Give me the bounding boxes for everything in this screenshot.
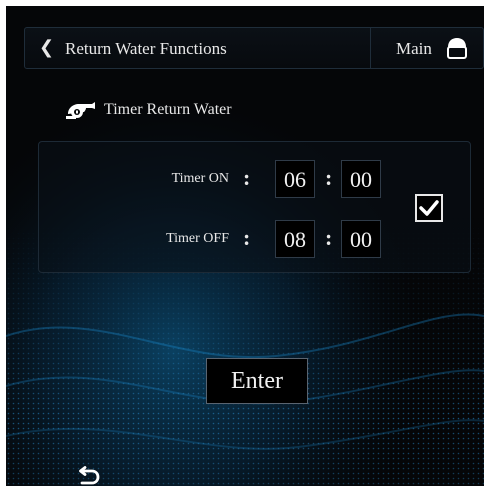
timer-on-hour-field[interactable]: 06 — [275, 160, 315, 198]
main-button-label: Main — [396, 39, 432, 58]
timer-off-label: Timer OFF — [166, 231, 229, 246]
screen: ❮ Return Water Functions Main Timer Retu… — [6, 6, 484, 486]
return-arrow-icon[interactable] — [78, 466, 100, 486]
timer-panel: Timer ON : 06 : 00 Timer OFF : 08 : 00 — [38, 141, 471, 273]
timer-off-minute-field[interactable]: 00 — [341, 220, 381, 258]
timer-on-label: Timer ON — [171, 171, 229, 186]
page-title[interactable]: Return Water Functions — [65, 38, 227, 60]
header-bar: ❮ Return Water Functions Main — [24, 27, 484, 69]
timer-off-hour-field[interactable]: 08 — [275, 220, 315, 258]
timer-off-colon: : — [243, 225, 251, 250]
timer-off-separator: : — [325, 225, 333, 250]
home-icon — [447, 38, 467, 59]
chevron-left-icon[interactable]: ❮ — [39, 37, 54, 59]
main-button[interactable]: Main — [371, 28, 483, 68]
timer-on-separator: : — [325, 165, 333, 190]
faucet-icon — [66, 102, 95, 119]
enter-button[interactable]: Enter — [206, 358, 308, 404]
section-title-label: Timer Return Water — [104, 101, 232, 118]
timer-enabled-checkbox[interactable] — [415, 194, 443, 222]
checkmark-icon — [419, 200, 439, 216]
timer-on-minute-field[interactable]: 00 — [341, 160, 381, 198]
timer-on-colon: : — [243, 165, 251, 190]
